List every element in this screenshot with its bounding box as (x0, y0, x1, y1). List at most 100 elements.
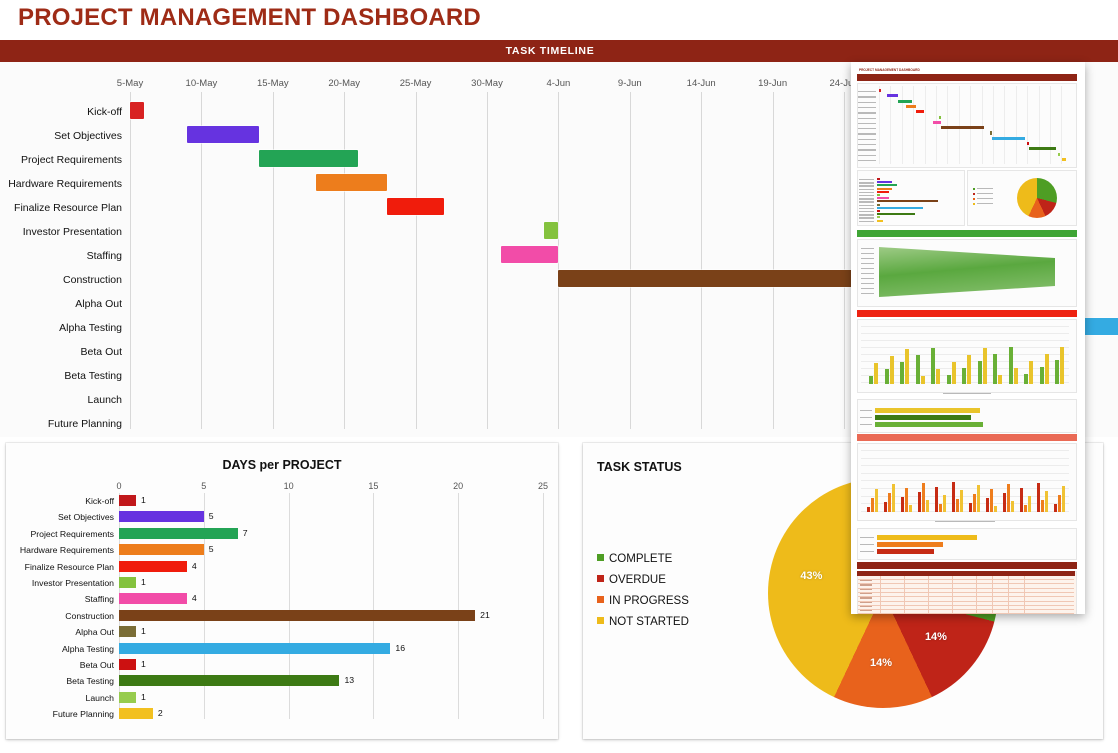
thumbnail-budget-label (861, 283, 874, 285)
dashboard-preview-thumbnail[interactable]: PROJECT MANAGEMENT DASHBOARD (851, 62, 1085, 614)
thumbnail-resources-bar (931, 348, 935, 384)
task-status-legend-item[interactable]: OVERDUE (597, 574, 666, 586)
thumbnail-gridline (879, 86, 880, 164)
days-row-label: Finalize Resource Plan (24, 561, 114, 572)
gantt-row-label: Beta Testing (64, 370, 122, 382)
thumbnail-resources-bar (1044, 354, 1049, 384)
thumbnail-gridline (1050, 86, 1051, 164)
thumbnail-task-hours-bar (871, 498, 875, 512)
thumbnail-resources-bar (998, 375, 1002, 384)
thumbnail-task-hours-bar (1028, 496, 1032, 512)
thumbnail-task-hours-bar (888, 493, 892, 512)
days-row-label: Future Planning (52, 709, 114, 720)
thumbnail-gantt-row-label (858, 91, 876, 93)
task-status-legend-item[interactable]: COMPLETE (597, 553, 672, 565)
legend-swatch-icon (597, 554, 604, 561)
thumbnail-resources-bar (1008, 347, 1013, 384)
thumbnail-resources-bar (1060, 347, 1064, 384)
days-bar (119, 642, 391, 654)
thumbnail-resources-bar (936, 369, 940, 384)
gantt-gridline (558, 92, 560, 429)
thumbnail-resources-axis-label (943, 393, 991, 395)
days-bar-value: 5 (208, 511, 214, 522)
days-bar (119, 708, 153, 720)
thumbnail-days-bar (877, 178, 880, 181)
thumbnail-legend-swatch (973, 188, 975, 190)
gantt-axis-tick: 9-Jun (617, 78, 642, 89)
days-bar (119, 560, 187, 572)
legend-label: OVERDUE (609, 574, 666, 586)
days-row-label: Alpha Out (75, 627, 114, 638)
gantt-axis-tick: 15-May (256, 78, 289, 89)
legend-label: NOT STARTED (609, 616, 689, 628)
thumbnail-gantt-bar (1029, 147, 1057, 151)
thumbnail-table-col-line (992, 576, 993, 614)
thumbnail-resources-bar (967, 355, 971, 384)
thumbnail-gantt-row-label (858, 122, 876, 125)
thumbnail-task-hours-bar (1037, 483, 1041, 512)
thumbnail-task-hours-bar (994, 506, 998, 512)
days-row-label: Beta Out (79, 660, 114, 670)
days-axis-tick: 15 (368, 481, 379, 491)
thumbnail-task-hours-bar (1007, 484, 1011, 512)
thumbnail-gantt-bar (1062, 157, 1067, 162)
days-row-label: Alpha Testing (61, 643, 114, 654)
gantt-gridline (415, 92, 417, 429)
thumbnail-gantt-bar (916, 110, 925, 114)
gantt-axis-tick: 25-May (399, 78, 432, 89)
thumbnail-days-bar (877, 219, 883, 222)
thumbnail-task-hours-bar (977, 485, 981, 512)
task-status-title: TASK STATUS (597, 460, 682, 474)
thumbnail-gantt-bar (990, 131, 993, 135)
thumbnail-gantt-bar (897, 99, 912, 103)
thumbnail-task-hours-bar (926, 500, 930, 512)
thumbnail-budget-label (861, 253, 874, 255)
days-row-label: Construction (65, 610, 114, 621)
thumbnail-legend-label (977, 198, 993, 200)
thumbnail-table-row-line (858, 613, 1074, 614)
thumbnail-gantt-row-label (858, 144, 876, 146)
days-row-label: Staffing (84, 594, 114, 605)
thumbnail-resource-summary-label (860, 424, 872, 426)
gantt-row-label: Launch (87, 394, 122, 406)
thumbnail-table-col-line (952, 576, 953, 614)
thumbnail-task-hours-bar (867, 507, 871, 512)
days-bar (119, 675, 340, 687)
thumbnail-table-cell (860, 597, 872, 599)
legend-swatch-icon (597, 596, 604, 603)
thumbnail-gantt-bar (992, 136, 1026, 140)
thumbnail-task-hours-bar (918, 492, 922, 512)
gantt-row-label: Set Objectives (54, 130, 122, 142)
thumbnail-gridline (861, 472, 1069, 474)
days-bar-value: 16 (395, 642, 406, 653)
thumbnail-table-col-line (928, 576, 929, 614)
gantt-gridline (844, 92, 845, 429)
thumbnail-gridline (947, 86, 949, 164)
thumbnail-task-hours-bar (990, 489, 994, 512)
thumbnail-band-budget (857, 230, 1077, 237)
thumbnail-gantt-bar (905, 104, 917, 109)
days-gridline (543, 493, 544, 719)
gantt-gridline (487, 92, 488, 429)
thumbnail-task-hours-bar (1054, 504, 1058, 512)
thumbnail-table-col-line (1008, 576, 1009, 614)
thumbnail-table-header-row (857, 571, 1075, 576)
thumbnail-task-hours-bar (1003, 493, 1007, 512)
legend-swatch-icon (597, 617, 604, 624)
task-status-legend-item[interactable]: IN PROGRESS (597, 595, 689, 607)
gantt-row-label: Finalize Resource Plan (14, 202, 122, 214)
thumbnail-days-label (859, 198, 874, 200)
gantt-gridline (130, 92, 131, 429)
task-status-legend-item[interactable]: NOT STARTED (597, 616, 689, 628)
thumbnail-task-hours-bar (939, 504, 943, 512)
thumbnail-band-task-timeline (857, 74, 1077, 81)
thumbnail-days-label (859, 220, 874, 222)
thumbnail-gantt-bar (887, 94, 898, 98)
days-row-label: Kick-off (85, 496, 114, 506)
thumbnail-hours-summary-label (860, 544, 874, 546)
gantt-axis-tick: 30-May (471, 78, 503, 89)
gantt-gridline (772, 92, 774, 429)
days-bar (119, 495, 136, 506)
thumbnail-resources-bar (951, 362, 956, 384)
thumbnail-task-hours-bar (1062, 486, 1066, 512)
